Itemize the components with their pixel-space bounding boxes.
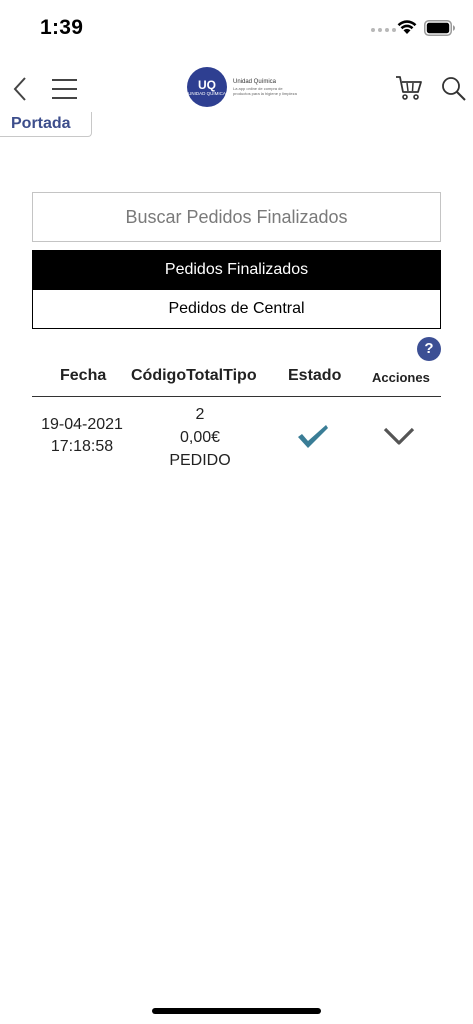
help-button[interactable]: ? <box>417 337 441 361</box>
status-bar: 1:39 <box>0 0 473 60</box>
cart-icon[interactable] <box>395 74 423 102</box>
tab-pedidos-de-central[interactable]: Pedidos de Central <box>33 289 440 328</box>
order-date: 19-04-2021 <box>41 416 123 433</box>
nav-bar: UQ UNIDAD QUÍMICA Unidad Química La app … <box>0 62 473 116</box>
cell-fecha: 19-04-2021 17:18:58 <box>32 414 132 458</box>
search-input[interactable] <box>33 193 440 241</box>
logo-tagline: La app online de compra de productos par… <box>233 86 297 96</box>
portada-tab[interactable]: Portada <box>0 112 92 137</box>
home-indicator <box>152 1008 321 1014</box>
order-tabs: Pedidos Finalizados Pedidos de Central <box>32 250 441 329</box>
table-row[interactable]: 19-04-2021 17:18:58 2 0,00€ PEDIDO <box>32 398 441 478</box>
column-acciones: Acciones <box>372 370 430 385</box>
chevron-down-icon[interactable] <box>382 426 416 448</box>
checkmark-icon <box>298 425 328 448</box>
status-time: 1:39 <box>40 16 84 39</box>
tab-pedidos-finalizados[interactable]: Pedidos Finalizados <box>33 251 440 290</box>
back-chevron-icon[interactable] <box>10 75 32 103</box>
cell-codigo-total-tipo: 2 0,00€ PEDIDO <box>152 403 248 472</box>
search-field <box>32 192 441 242</box>
logo-name: Unidad Química <box>233 79 277 85</box>
signal-dots-icon <box>371 28 396 32</box>
order-codigo: 2 <box>195 406 205 423</box>
brand-logo[interactable]: UQ UNIDAD QUÍMICA Unidad Química La app … <box>187 67 299 107</box>
logo-text: Unidad Química La app online de compra d… <box>233 78 299 96</box>
hamburger-menu-icon[interactable] <box>50 77 78 101</box>
column-estado: Estado <box>288 367 342 384</box>
logo-badge: UQ UNIDAD QUÍMICA <box>187 67 227 107</box>
battery-icon <box>424 20 455 36</box>
wifi-icon <box>397 20 417 34</box>
logo-mark: UQ <box>198 77 216 92</box>
column-fecha: Fecha <box>60 367 107 384</box>
column-codigo-total-tipo: CódigoTotalTipo <box>131 367 257 384</box>
order-time: 17:18:58 <box>50 438 114 455</box>
table-header: Fecha CódigoTotalTipo Estado Acciones <box>32 362 441 397</box>
logo-sub: UNIDAD QUÍMICA <box>188 90 226 96</box>
order-total: 0,00€ <box>179 429 221 446</box>
search-icon[interactable] <box>441 76 467 102</box>
order-tipo: PEDIDO <box>169 452 231 469</box>
